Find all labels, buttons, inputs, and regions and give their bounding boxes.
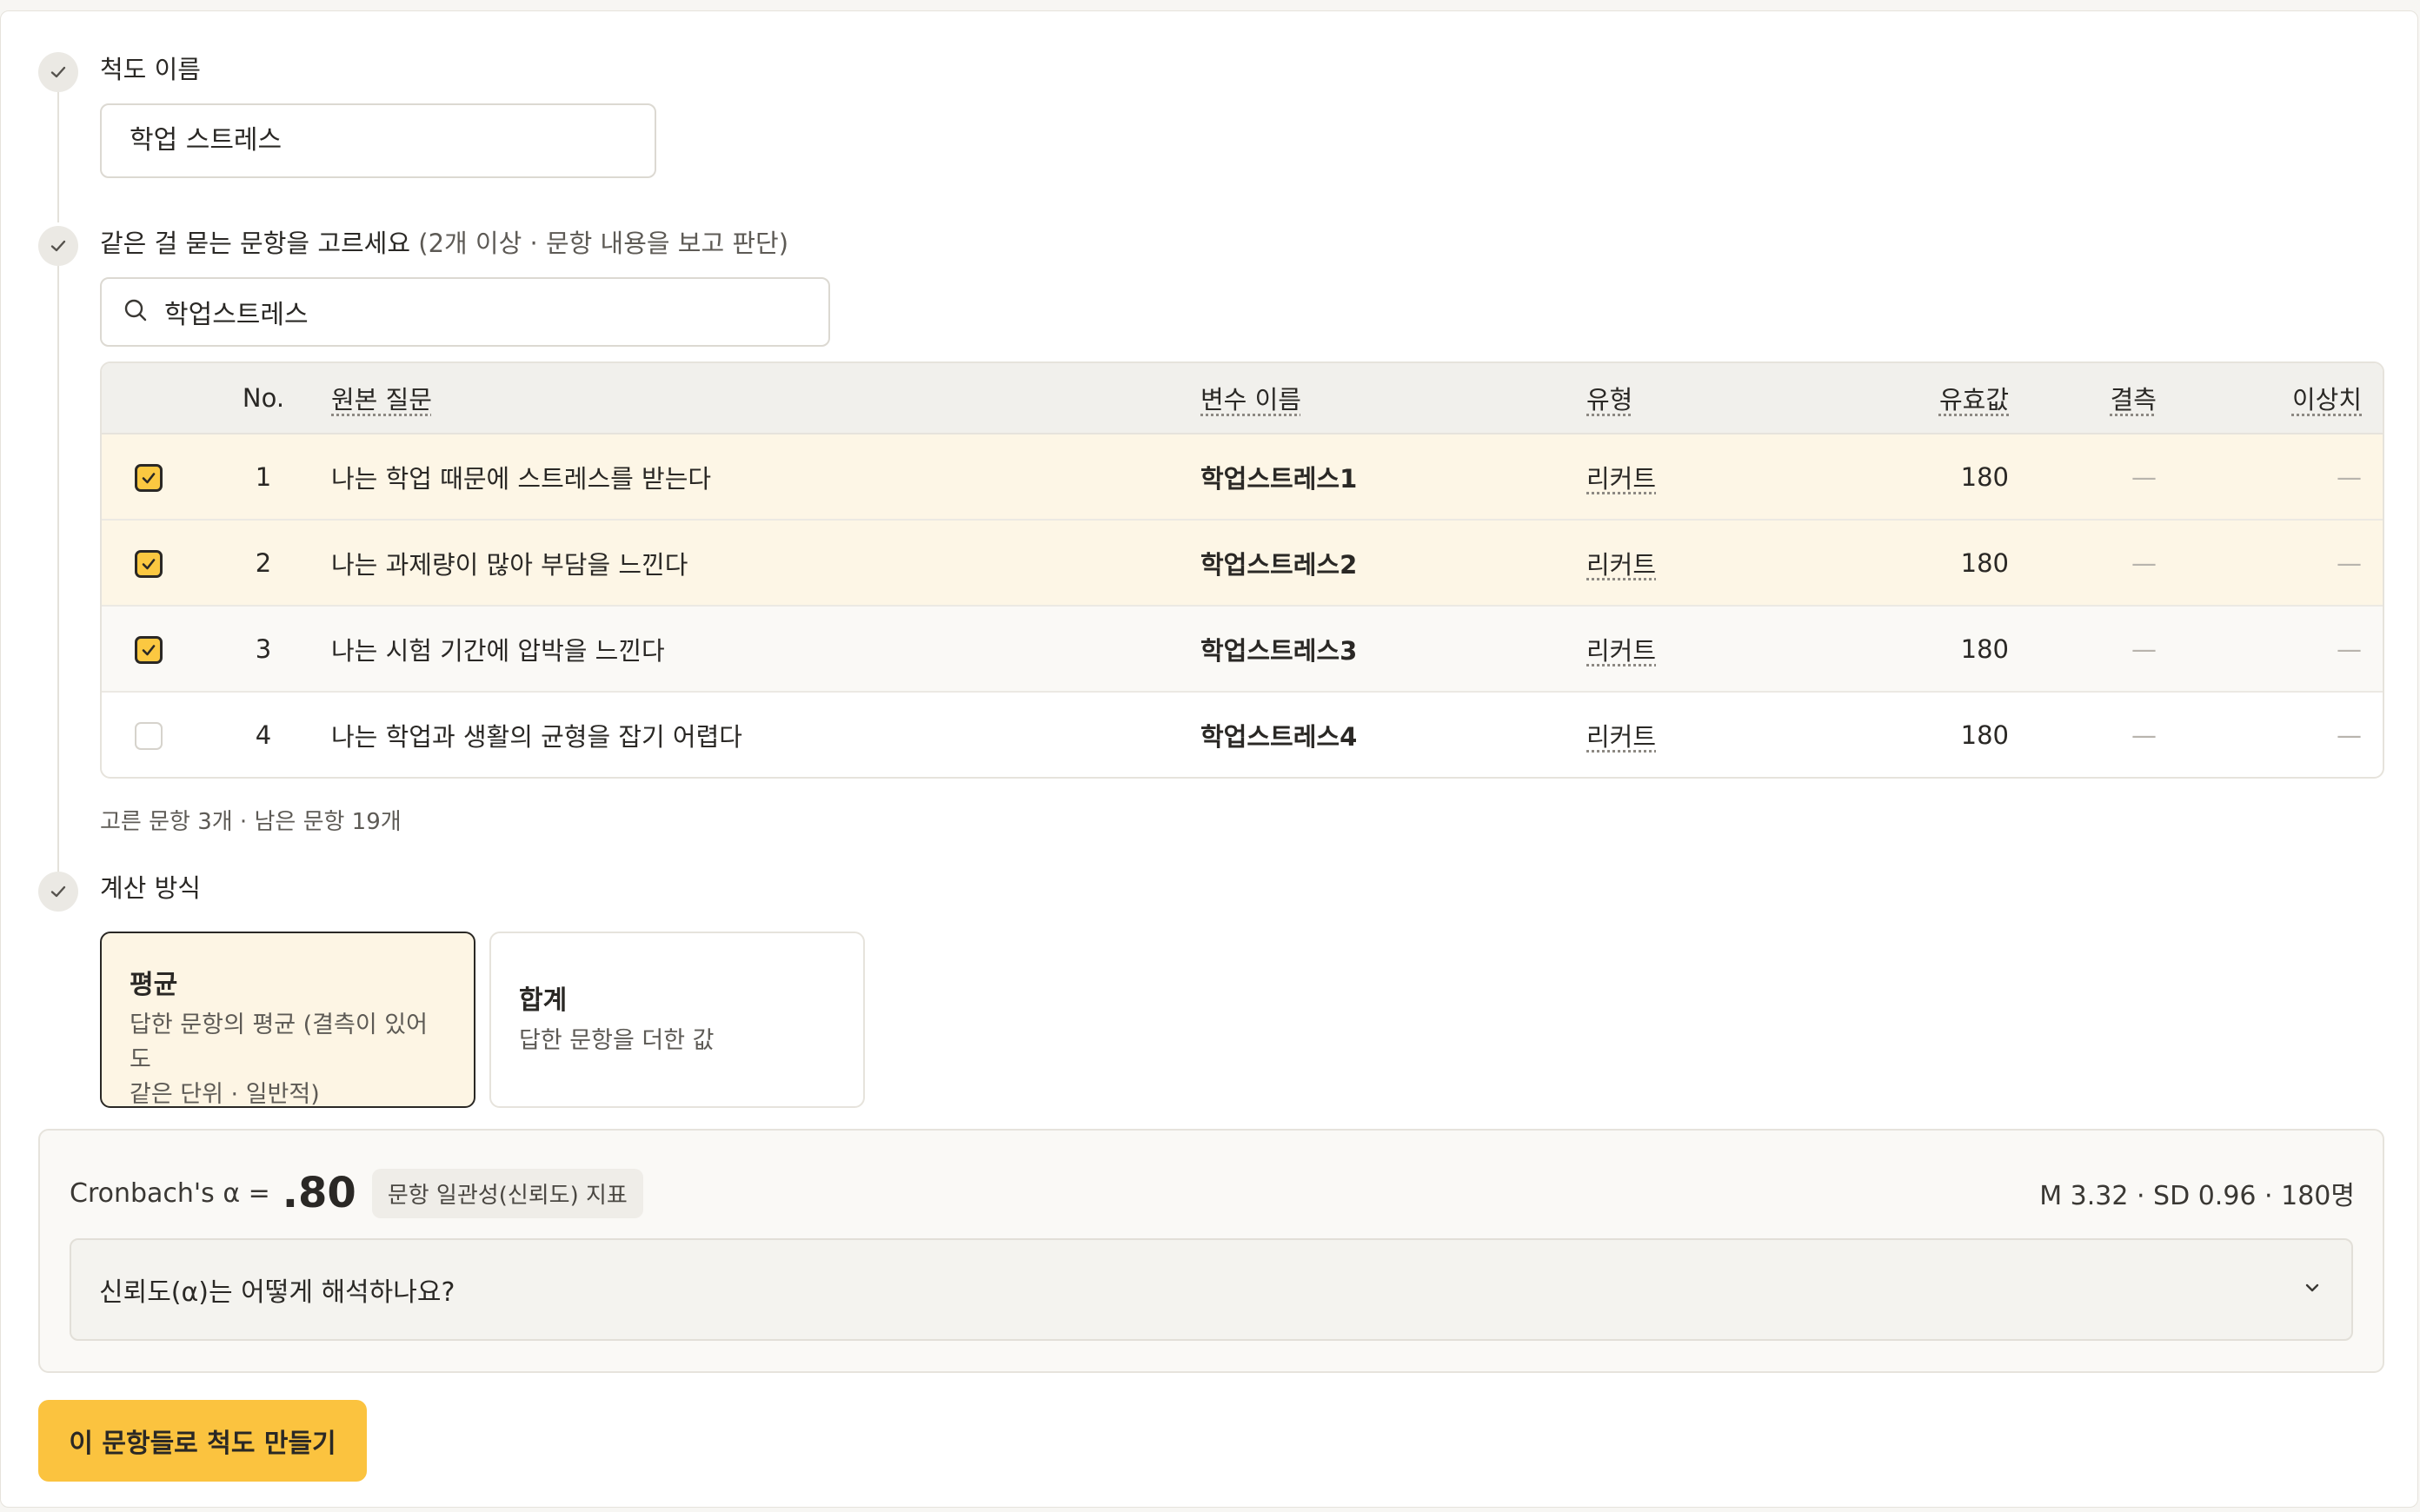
method-label: 계산 방식	[100, 873, 201, 903]
row-type: 리커트	[1586, 721, 1657, 752]
row-checkbox[interactable]	[135, 636, 163, 664]
header-valid-text: 유효값	[1938, 385, 2009, 414]
alpha-badge: 문항 일관성(신뢰도) 지표	[371, 1168, 643, 1218]
item-selection-label: 같은 걸 묻는 문항을 고르세요 (2개 이상 · 문항 내용을 보고 판단)	[100, 223, 788, 260]
alpha-help-question: 신뢰도(α)는 어떻게 해석하나요?	[99, 1277, 455, 1308]
header-type-text: 유형	[1586, 385, 1633, 414]
scale-builder-panel: 척도 이름 학업 스트레스 같은 걸 묻는 문항을 고르세요 (2개 이상 · …	[0, 10, 2418, 1508]
row-missing: —	[2131, 720, 2157, 750]
reliability-panel: Cronbach's α = .80 문항 일관성(신뢰도) 지표 M 3.32…	[38, 1129, 2384, 1373]
method-mean-desc-line1: 답한 문항의 평균 (결측이 있어도	[130, 1011, 428, 1073]
row-missing: —	[2009, 434, 2164, 521]
row-outlier: —	[2164, 607, 2383, 693]
table-header-row: No. 원본 질문 변수 이름 유형 유효값 결측 이상치	[102, 363, 2383, 434]
method-sum-title: 합계	[519, 985, 568, 1016]
search-value: 학업스트레스	[164, 300, 309, 330]
alpha-label: Cronbach's α =	[70, 1177, 270, 1209]
header-missing-text: 결측	[2110, 385, 2157, 414]
method-mean-desc: 답한 문항의 평균 (결측이 있어도 같은 단위 · 일반적)	[130, 1008, 446, 1112]
search-icon	[123, 297, 149, 327]
step-connector	[57, 266, 59, 881]
row-question: 나는 학업 때문에 스트레스를 받는다	[331, 434, 1200, 521]
item-table: No. 원본 질문 변수 이름 유형 유효값 결측 이상치 1 나는 학업 때문…	[100, 361, 2384, 779]
header-variable[interactable]: 변수 이름	[1200, 363, 1586, 434]
table-row[interactable]: 1 나는 학업 때문에 스트레스를 받는다 학업스트레스1 리커트 180 — …	[102, 434, 2383, 521]
item-selection-title: 같은 걸 묻는 문항을 고르세요	[100, 229, 411, 258]
item-selection-hint: (2개 이상 · 문항 내용을 보고 판단)	[418, 229, 789, 258]
row-type: 리커트	[1586, 635, 1657, 666]
header-no: No.	[196, 363, 331, 434]
row-valid: 180	[1960, 720, 2009, 750]
create-scale-button[interactable]: 이 문항들로 척도 만들기	[38, 1400, 367, 1482]
chevron-down-icon	[2301, 1277, 2324, 1303]
method-mean-desc-line2: 같은 단위 · 일반적)	[130, 1081, 320, 1108]
table-row[interactable]: 4 나는 학업과 생활의 균형을 잡기 어렵다 학업스트레스4 리커트 180 …	[102, 693, 2383, 777]
selection-summary: 고른 문항 3개 · 남은 문항 19개	[100, 809, 402, 835]
method-sum-card[interactable]: 합계 답한 문항을 더한 값	[489, 932, 865, 1108]
row-missing: —	[2009, 521, 2164, 607]
step-check-icon	[38, 52, 78, 92]
method-mean-title: 평균	[130, 970, 178, 1000]
header-outlier[interactable]: 이상치	[2164, 363, 2383, 434]
header-missing[interactable]: 결측	[2009, 363, 2164, 434]
scale-name-label: 척도 이름	[100, 55, 201, 84]
row-checkbox[interactable]	[135, 550, 163, 578]
reliability-row: Cronbach's α = .80 문항 일관성(신뢰도) 지표 M 3.32…	[70, 1165, 2355, 1221]
row-checkbox[interactable]	[135, 722, 163, 750]
row-no: 4	[255, 720, 272, 750]
row-variable: 학업스트레스1	[1200, 434, 1586, 521]
scale-stats: M 3.32 · SD 0.96 · 180명	[2039, 1181, 2355, 1211]
row-type: 리커트	[1586, 549, 1657, 580]
method-mean-card[interactable]: 평균 답한 문항의 평균 (결측이 있어도 같은 단위 · 일반적)	[100, 932, 475, 1108]
header-valid[interactable]: 유효값	[1804, 363, 2009, 434]
row-no: 2	[196, 521, 331, 607]
row-valid: 180	[1804, 521, 2009, 607]
header-select	[102, 363, 196, 434]
row-outlier: —	[2164, 434, 2383, 521]
item-search-input[interactable]: 학업스트레스	[100, 277, 830, 347]
row-valid: 180	[1804, 434, 2009, 521]
header-type[interactable]: 유형	[1586, 363, 1804, 434]
table-row[interactable]: 2 나는 과제량이 많아 부담을 느낀다 학업스트레스2 리커트 180 — —	[102, 521, 2383, 607]
method-sum-desc: 답한 문항을 더한 값	[519, 1027, 715, 1054]
row-checkbox[interactable]	[135, 464, 163, 492]
row-question: 나는 학업과 생활의 균형을 잡기 어렵다	[331, 721, 742, 752]
table-row[interactable]: 3 나는 시험 기간에 압박을 느낀다 학업스트레스3 리커트 180 — —	[102, 607, 2383, 693]
header-variable-text: 변수 이름	[1200, 385, 1301, 414]
step-check-icon	[38, 226, 78, 266]
row-no: 1	[196, 434, 331, 521]
row-type: 리커트	[1586, 463, 1657, 494]
alpha-value: .80	[282, 1169, 356, 1217]
row-outlier: —	[2337, 720, 2362, 750]
row-question: 나는 과제량이 많아 부담을 느낀다	[331, 521, 1200, 607]
row-no: 3	[196, 607, 331, 693]
step-check-icon	[38, 872, 78, 912]
header-outlier-text: 이상치	[2291, 385, 2362, 414]
row-variable: 학업스트레스2	[1200, 521, 1586, 607]
row-variable: 학업스트레스3	[1200, 607, 1586, 693]
row-outlier: —	[2164, 521, 2383, 607]
row-variable: 학업스트레스4	[1200, 721, 1358, 752]
step-connector	[57, 92, 59, 222]
row-question: 나는 시험 기간에 압박을 느낀다	[331, 607, 1200, 693]
row-missing: —	[2009, 607, 2164, 693]
scale-name-input[interactable]: 학업 스트레스	[100, 103, 656, 178]
header-question-text: 원본 질문	[331, 385, 432, 414]
header-question[interactable]: 원본 질문	[331, 363, 1200, 434]
alpha-help-accordion[interactable]: 신뢰도(α)는 어떻게 해석하나요?	[70, 1238, 2353, 1341]
row-valid: 180	[1804, 607, 2009, 693]
